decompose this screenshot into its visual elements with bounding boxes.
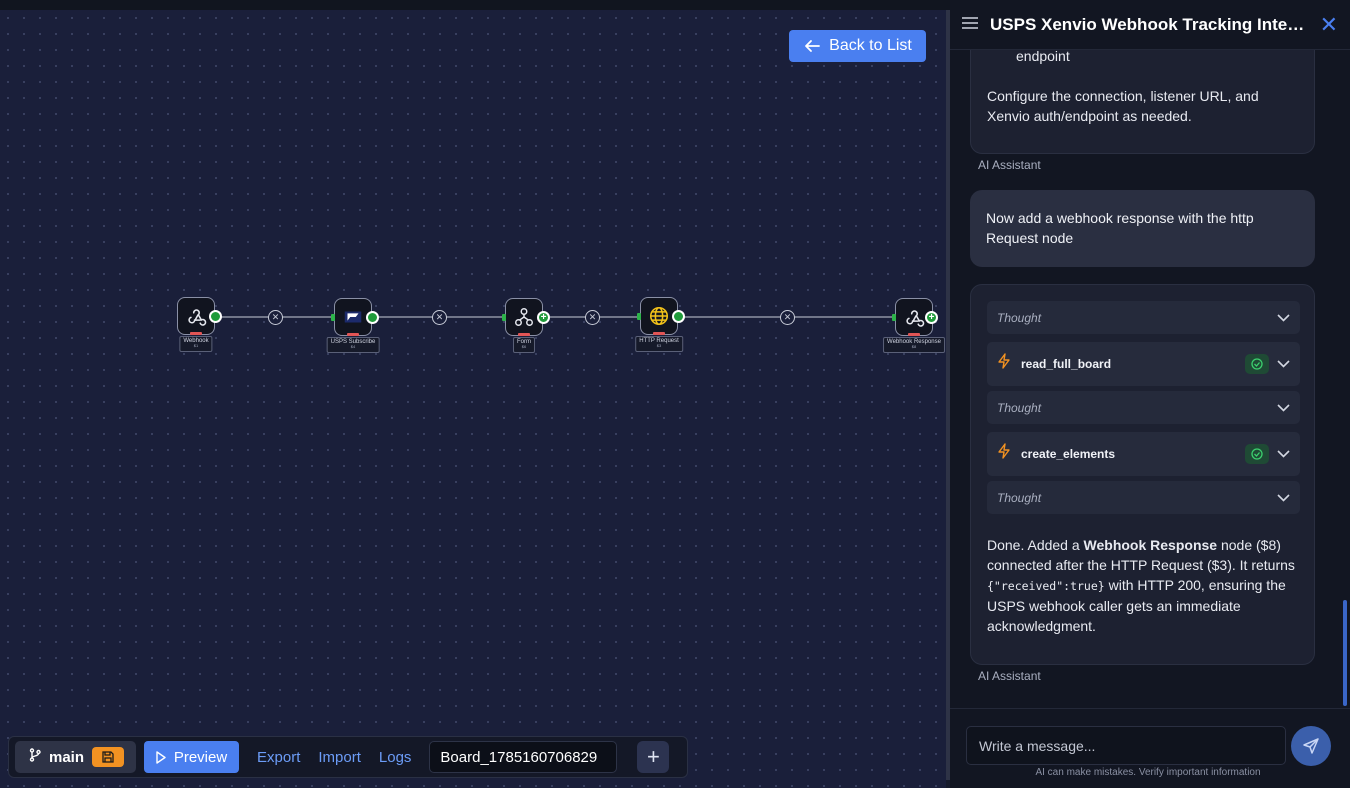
chevron-down-icon[interactable] bbox=[1277, 398, 1290, 418]
top-bar bbox=[0, 0, 950, 10]
send-icon bbox=[1303, 738, 1319, 754]
bottom-toolbar: main Preview Export Import Logs + bbox=[8, 736, 688, 778]
node-label: USPS Subscribe $4 bbox=[326, 337, 380, 353]
node-label: Webhook Response $8 bbox=[883, 337, 945, 353]
play-icon bbox=[156, 750, 166, 764]
node-error-tag bbox=[908, 333, 920, 336]
chevron-down-icon[interactable] bbox=[1277, 444, 1290, 464]
plus-icon: + bbox=[646, 744, 660, 769]
thought-step[interactable]: Thought bbox=[987, 391, 1300, 424]
branch-name: main bbox=[49, 748, 85, 766]
webhook-icon bbox=[906, 310, 925, 327]
tool-name: create_elements bbox=[1021, 447, 1116, 461]
preview-button[interactable]: Preview bbox=[144, 741, 240, 773]
webhook-icon bbox=[188, 309, 207, 326]
globe-icon bbox=[649, 306, 669, 326]
chat-scrollbar[interactable] bbox=[1343, 600, 1347, 706]
ai-chat-panel: USPS Xenvio Webhook Tracking Integration… bbox=[950, 0, 1350, 788]
message-fragment: endpoint bbox=[1016, 50, 1070, 64]
input-port[interactable] bbox=[892, 314, 896, 321]
final-answer-text: Done. Added a Webhook Response node ($8)… bbox=[987, 537, 1295, 634]
import-button[interactable]: Import bbox=[318, 749, 361, 766]
add-board-button[interactable]: + bbox=[637, 741, 670, 773]
node-webhook-response[interactable]: Webhook Response $8 + bbox=[883, 298, 945, 353]
thought-step[interactable]: Thought bbox=[987, 481, 1300, 514]
tool-step-create-elements[interactable]: create_elements bbox=[987, 432, 1300, 476]
delete-edge-button[interactable]: ✕ bbox=[268, 310, 283, 325]
thought-label: Thought bbox=[997, 490, 1042, 505]
check-circle-icon bbox=[1245, 354, 1269, 374]
delete-edge-button[interactable]: ✕ bbox=[585, 310, 600, 325]
back-to-list-label: Back to List bbox=[829, 37, 912, 54]
node-error-tag bbox=[347, 333, 359, 336]
menu-icon[interactable] bbox=[962, 16, 978, 34]
panel-title: USPS Xenvio Webhook Tracking Integration bbox=[990, 14, 1308, 34]
input-port[interactable] bbox=[331, 314, 335, 321]
node-webhook[interactable]: Webhook $1 bbox=[177, 297, 222, 352]
ai-assistant-label: AI Assistant bbox=[978, 158, 1041, 172]
tool-step-read-full-board[interactable]: read_full_board bbox=[987, 342, 1300, 386]
workflow-canvas[interactable]: Back to List Webhook $1 ✕ USPS Subscribe $… bbox=[0, 10, 946, 788]
node-label: HTTP Request $3 bbox=[635, 336, 683, 352]
chevron-down-icon[interactable] bbox=[1277, 308, 1290, 328]
message-text: Configure the connection, listener URL, … bbox=[987, 88, 1259, 124]
node-error-tag bbox=[190, 332, 202, 335]
delete-edge-button[interactable]: ✕ bbox=[780, 310, 795, 325]
panel-header: USPS Xenvio Webhook Tracking Integration… bbox=[950, 0, 1350, 50]
preview-label: Preview bbox=[173, 748, 228, 766]
bolt-icon bbox=[997, 443, 1011, 465]
bold-term: Webhook Response bbox=[1083, 537, 1218, 553]
output-port[interactable] bbox=[209, 310, 222, 323]
ai-message: Thought read_full_board Thought create_e… bbox=[970, 284, 1315, 665]
check-circle-icon bbox=[1245, 444, 1269, 464]
output-port[interactable] bbox=[366, 311, 379, 324]
git-branch-icon bbox=[29, 748, 41, 766]
branch-selector[interactable]: main bbox=[15, 741, 137, 773]
code-snippet: {"received":true} bbox=[987, 579, 1105, 593]
node-http-request[interactable]: HTTP Request $3 bbox=[635, 297, 685, 352]
thought-step[interactable]: Thought bbox=[987, 301, 1300, 334]
thought-label: Thought bbox=[997, 400, 1042, 415]
save-button[interactable] bbox=[92, 747, 125, 767]
composer-divider bbox=[950, 708, 1350, 709]
add-node-port[interactable]: + bbox=[925, 311, 938, 324]
user-message-text: Now add a webhook response with the http… bbox=[986, 210, 1254, 246]
node-error-tag bbox=[653, 332, 665, 335]
bolt-icon bbox=[997, 353, 1011, 375]
ai-message: endpoint Configure the connection, liste… bbox=[970, 50, 1315, 154]
branch-nodes-icon bbox=[515, 308, 533, 326]
delete-edge-button[interactable]: ✕ bbox=[432, 310, 447, 325]
chevron-down-icon[interactable] bbox=[1277, 354, 1290, 374]
disclaimer-text: AI can make mistakes. Verify important i… bbox=[1035, 767, 1261, 778]
arrow-left-icon bbox=[805, 40, 821, 52]
node-form[interactable]: Form $6 + bbox=[502, 298, 550, 353]
back-to-list-button[interactable]: Back to List bbox=[789, 30, 926, 62]
edges-layer bbox=[214, 316, 895, 318]
chat-messages[interactable]: endpoint Configure the connection, liste… bbox=[950, 50, 1350, 708]
chevron-down-icon[interactable] bbox=[1277, 488, 1290, 508]
add-node-port[interactable]: + bbox=[537, 311, 550, 324]
save-icon bbox=[102, 751, 114, 763]
thought-label: Thought bbox=[997, 310, 1042, 325]
export-button[interactable]: Export bbox=[257, 749, 300, 766]
logs-button[interactable]: Logs bbox=[379, 749, 412, 766]
usps-eagle-icon bbox=[344, 311, 362, 323]
message-input[interactable] bbox=[966, 726, 1286, 765]
send-button[interactable] bbox=[1291, 726, 1331, 766]
input-port[interactable] bbox=[637, 313, 641, 320]
close-icon[interactable]: ✕ bbox=[1320, 13, 1338, 36]
tool-name: read_full_board bbox=[1021, 357, 1112, 371]
node-label: Webhook $1 bbox=[179, 336, 213, 352]
node-error-tag bbox=[518, 333, 530, 336]
node-label: Form $6 bbox=[513, 337, 535, 353]
ai-assistant-label: AI Assistant bbox=[978, 669, 1041, 683]
output-port[interactable] bbox=[672, 310, 685, 323]
user-message: Now add a webhook response with the http… bbox=[970, 190, 1315, 267]
node-usps-subscribe[interactable]: USPS Subscribe $4 bbox=[326, 298, 380, 353]
board-name-input[interactable] bbox=[429, 741, 618, 773]
input-port[interactable] bbox=[502, 314, 506, 321]
